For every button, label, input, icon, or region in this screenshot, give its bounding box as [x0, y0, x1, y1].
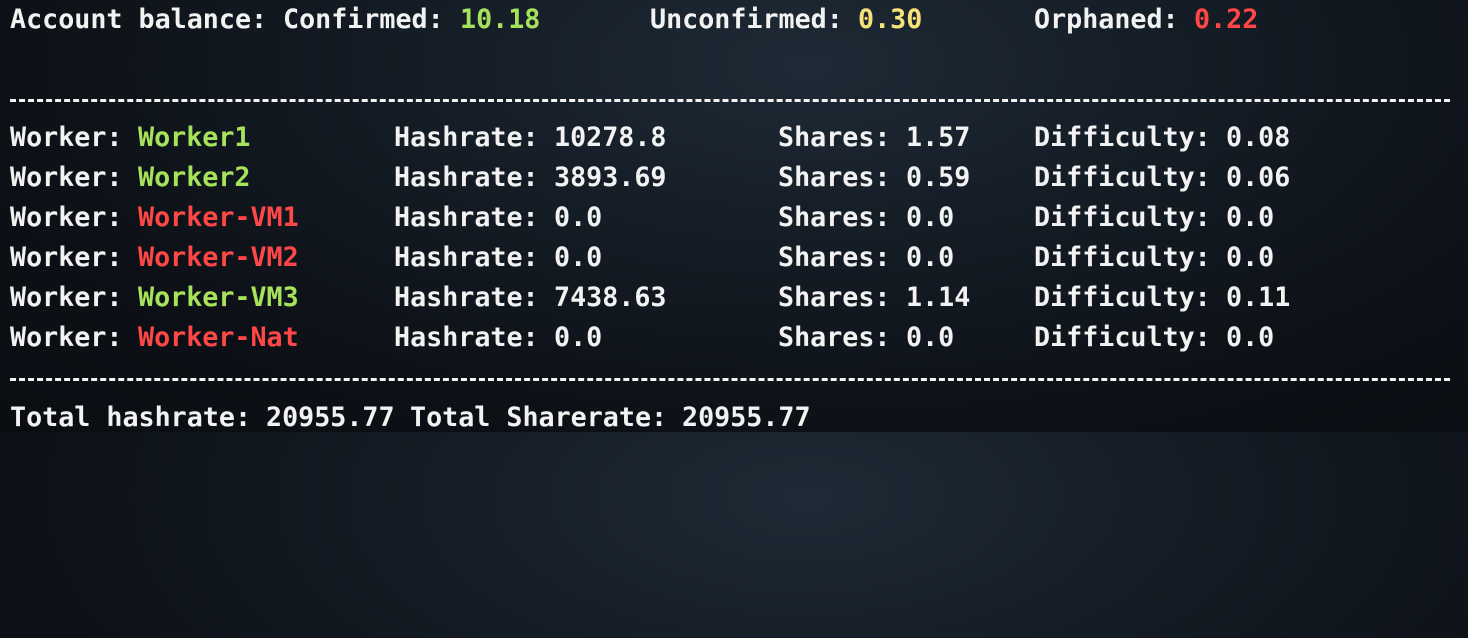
difficulty-value: 0.0	[1226, 242, 1275, 273]
unconfirmed-label: Unconfirmed:	[650, 4, 843, 35]
shares-label: Shares:	[778, 162, 891, 193]
shares-label: Shares:	[778, 282, 891, 313]
hashrate-value: 0.0	[554, 322, 603, 353]
worker-label: Worker:	[10, 122, 123, 153]
worker-name: Worker-VM2	[138, 242, 299, 273]
total-hashrate-value: 20955.77	[266, 402, 395, 433]
worker-name: Worker2	[138, 162, 251, 193]
hashrate-label: Hashrate:	[394, 322, 539, 353]
shares-value: 0.59	[906, 162, 971, 193]
hashrate-label: Hashrate:	[394, 122, 539, 153]
hashrate-label: Hashrate:	[394, 162, 539, 193]
hashrate-value: 10278.8	[554, 122, 667, 153]
difficulty-label: Difficulty:	[1034, 322, 1211, 353]
total-sharerate-label: Total Sharerate:	[410, 402, 668, 433]
confirmed-value: 10.18	[460, 4, 541, 35]
difficulty-label: Difficulty:	[1034, 242, 1211, 273]
difficulty-label: Difficulty:	[1034, 122, 1211, 153]
balance-prefix: Account balance:	[10, 4, 268, 35]
worker-name: Worker1	[138, 122, 251, 153]
shares-value: 0.0	[906, 202, 955, 233]
shares-value: 1.14	[906, 282, 971, 313]
difficulty-label: Difficulty:	[1034, 162, 1211, 193]
hashrate-label: Hashrate:	[394, 202, 539, 233]
hashrate-label: Hashrate:	[394, 282, 539, 313]
worker-label: Worker:	[10, 322, 123, 353]
total-hashrate-label: Total hashrate:	[10, 402, 252, 433]
shares-label: Shares:	[778, 122, 891, 153]
difficulty-value: 0.08	[1226, 122, 1291, 153]
orphaned-value: 0.22	[1194, 4, 1259, 35]
shares-value: 1.57	[906, 122, 971, 153]
difficulty-value: 0.0	[1226, 202, 1275, 233]
hashrate-value: 7438.63	[554, 282, 667, 313]
hashrate-label: Hashrate:	[394, 242, 539, 273]
worker-label: Worker:	[10, 202, 123, 233]
shares-value: 0.0	[906, 322, 955, 353]
difficulty-label: Difficulty:	[1034, 282, 1211, 313]
worker-name: Worker-VM1	[138, 202, 299, 233]
terminal-window: Account balance: Confirmed: 10.18 Unconf…	[0, 0, 1468, 433]
worker-name: Worker-VM3	[138, 282, 299, 313]
shares-label: Shares:	[778, 322, 891, 353]
difficulty-value: 0.06	[1226, 162, 1291, 193]
shares-label: Shares:	[778, 242, 891, 273]
hashrate-value: 0.0	[554, 242, 603, 273]
worker-label: Worker:	[10, 162, 123, 193]
shares-label: Shares:	[778, 202, 891, 233]
difficulty-label: Difficulty:	[1034, 202, 1211, 233]
difficulty-value: 0.0	[1226, 322, 1275, 353]
unconfirmed-value: 0.30	[858, 4, 923, 35]
orphaned-label: Orphaned:	[1034, 4, 1179, 35]
worker-name: Worker-Nat	[138, 322, 299, 353]
hashrate-value: 0.0	[554, 202, 603, 233]
worker-label: Worker:	[10, 282, 123, 313]
totals-line: Total hashrate: 20955.77 Total Sharerate…	[10, 398, 811, 438]
account-balance-line: Account balance: Confirmed: 10.18 Unconf…	[10, 0, 1258, 40]
confirmed-label: Confirmed:	[283, 4, 444, 35]
separator-bottom	[10, 378, 1450, 381]
total-sharerate-value: 20955.77	[682, 402, 811, 433]
shares-value: 0.0	[906, 242, 955, 273]
difficulty-value: 0.11	[1226, 282, 1291, 313]
hashrate-value: 3893.69	[554, 162, 667, 193]
separator-top	[10, 99, 1450, 102]
worker-label: Worker:	[10, 242, 123, 273]
